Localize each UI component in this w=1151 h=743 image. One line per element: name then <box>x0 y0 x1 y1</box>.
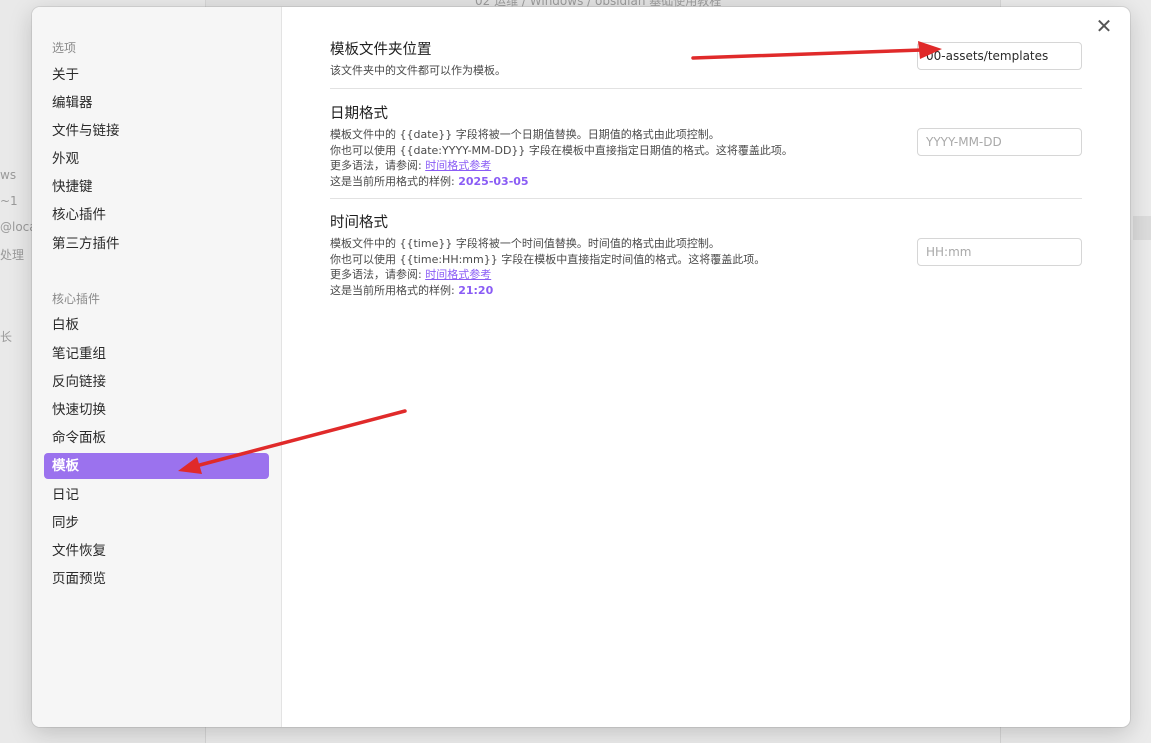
template-folder-input[interactable] <box>917 42 1082 70</box>
setting-divider <box>330 88 1082 89</box>
sidebar-item-daily-notes[interactable]: 日记 <box>44 482 269 508</box>
sidebar-item-canvas[interactable]: 白板 <box>44 312 269 338</box>
sidebar-item-about[interactable]: 关于 <box>44 62 269 88</box>
sidebar-item-templates[interactable]: 模板 <box>44 453 269 479</box>
time-format-input[interactable] <box>917 238 1082 266</box>
sidebar-item-hotkeys[interactable]: 快捷键 <box>44 174 269 200</box>
setting-name: 时间格式 <box>330 215 388 231</box>
sidebar-item-appearance[interactable]: 外观 <box>44 146 269 172</box>
sidebar-item-files-links[interactable]: 文件与链接 <box>44 118 269 144</box>
date-sample-prefix: 这是当前所用格式的样例: <box>330 174 459 188</box>
background-text-fragment: ws <box>0 168 17 182</box>
setting-divider <box>330 198 1082 199</box>
sidebar-item-page-preview[interactable]: 页面预览 <box>44 566 269 592</box>
background-right-highlight <box>1133 216 1151 240</box>
sidebar-item-sync[interactable]: 同步 <box>44 510 269 536</box>
date-sample-value: 2025-03-05 <box>458 174 529 188</box>
sidebar-heading-core-plugins: 核心插件 <box>52 292 101 306</box>
date-sample: 这是当前所用格式的样例: 2025-03-05 <box>330 174 1082 190</box>
sidebar-item-community-plugins[interactable]: 第三方插件 <box>44 231 269 257</box>
sidebar-item-editor[interactable]: 编辑器 <box>44 90 269 116</box>
sidebar-item-core-plugins[interactable]: 核心插件 <box>44 202 269 228</box>
time-sample-value: 21:20 <box>458 283 494 297</box>
settings-sidebar: 选项 关于 编辑器 文件与链接 外观 快捷键 核心插件 第三方插件 核心插件 白… <box>32 7 282 727</box>
time-more-prefix: 更多语法，请参阅: <box>330 268 426 281</box>
time-format-reference-link[interactable]: 时间格式参考 <box>425 268 491 281</box>
sidebar-item-backlinks[interactable]: 反向链接 <box>44 369 269 395</box>
sidebar-item-file-recovery[interactable]: 文件恢复 <box>44 538 269 564</box>
sidebar-item-note-composer[interactable]: 笔记重组 <box>44 341 269 367</box>
date-format-reference-link[interactable]: 时间格式参考 <box>425 159 491 172</box>
background-text-fragment: 长 <box>0 330 13 344</box>
time-sample: 这是当前所用格式的样例: 21:20 <box>330 283 1082 299</box>
sidebar-item-command-palette[interactable]: 命令面板 <box>44 425 269 451</box>
sidebar-item-quick-switcher[interactable]: 快速切换 <box>44 397 269 423</box>
background-text-fragment: 处理 <box>0 248 25 262</box>
date-format-input[interactable] <box>917 128 1082 156</box>
sidebar-heading-options: 选项 <box>52 41 77 55</box>
close-icon[interactable]: ✕ <box>1094 16 1114 36</box>
time-sample-prefix: 这是当前所用格式的样例: <box>330 283 459 297</box>
settings-content: ✕ 模板文件夹位置 该文件夹中的文件都可以作为模板。 日期格式 模板文件中的 {… <box>282 7 1130 727</box>
background-text-fragment: ~1 <box>0 194 18 208</box>
settings-modal: 选项 关于 编辑器 文件与链接 外观 快捷键 核心插件 第三方插件 核心插件 白… <box>32 7 1130 727</box>
date-more-prefix: 更多语法，请参阅: <box>330 159 426 172</box>
setting-name: 日期格式 <box>330 106 388 122</box>
time-more-syntax: 更多语法，请参阅: 时间格式参考 <box>330 267 1082 283</box>
date-more-syntax: 更多语法，请参阅: 时间格式参考 <box>330 158 1082 174</box>
